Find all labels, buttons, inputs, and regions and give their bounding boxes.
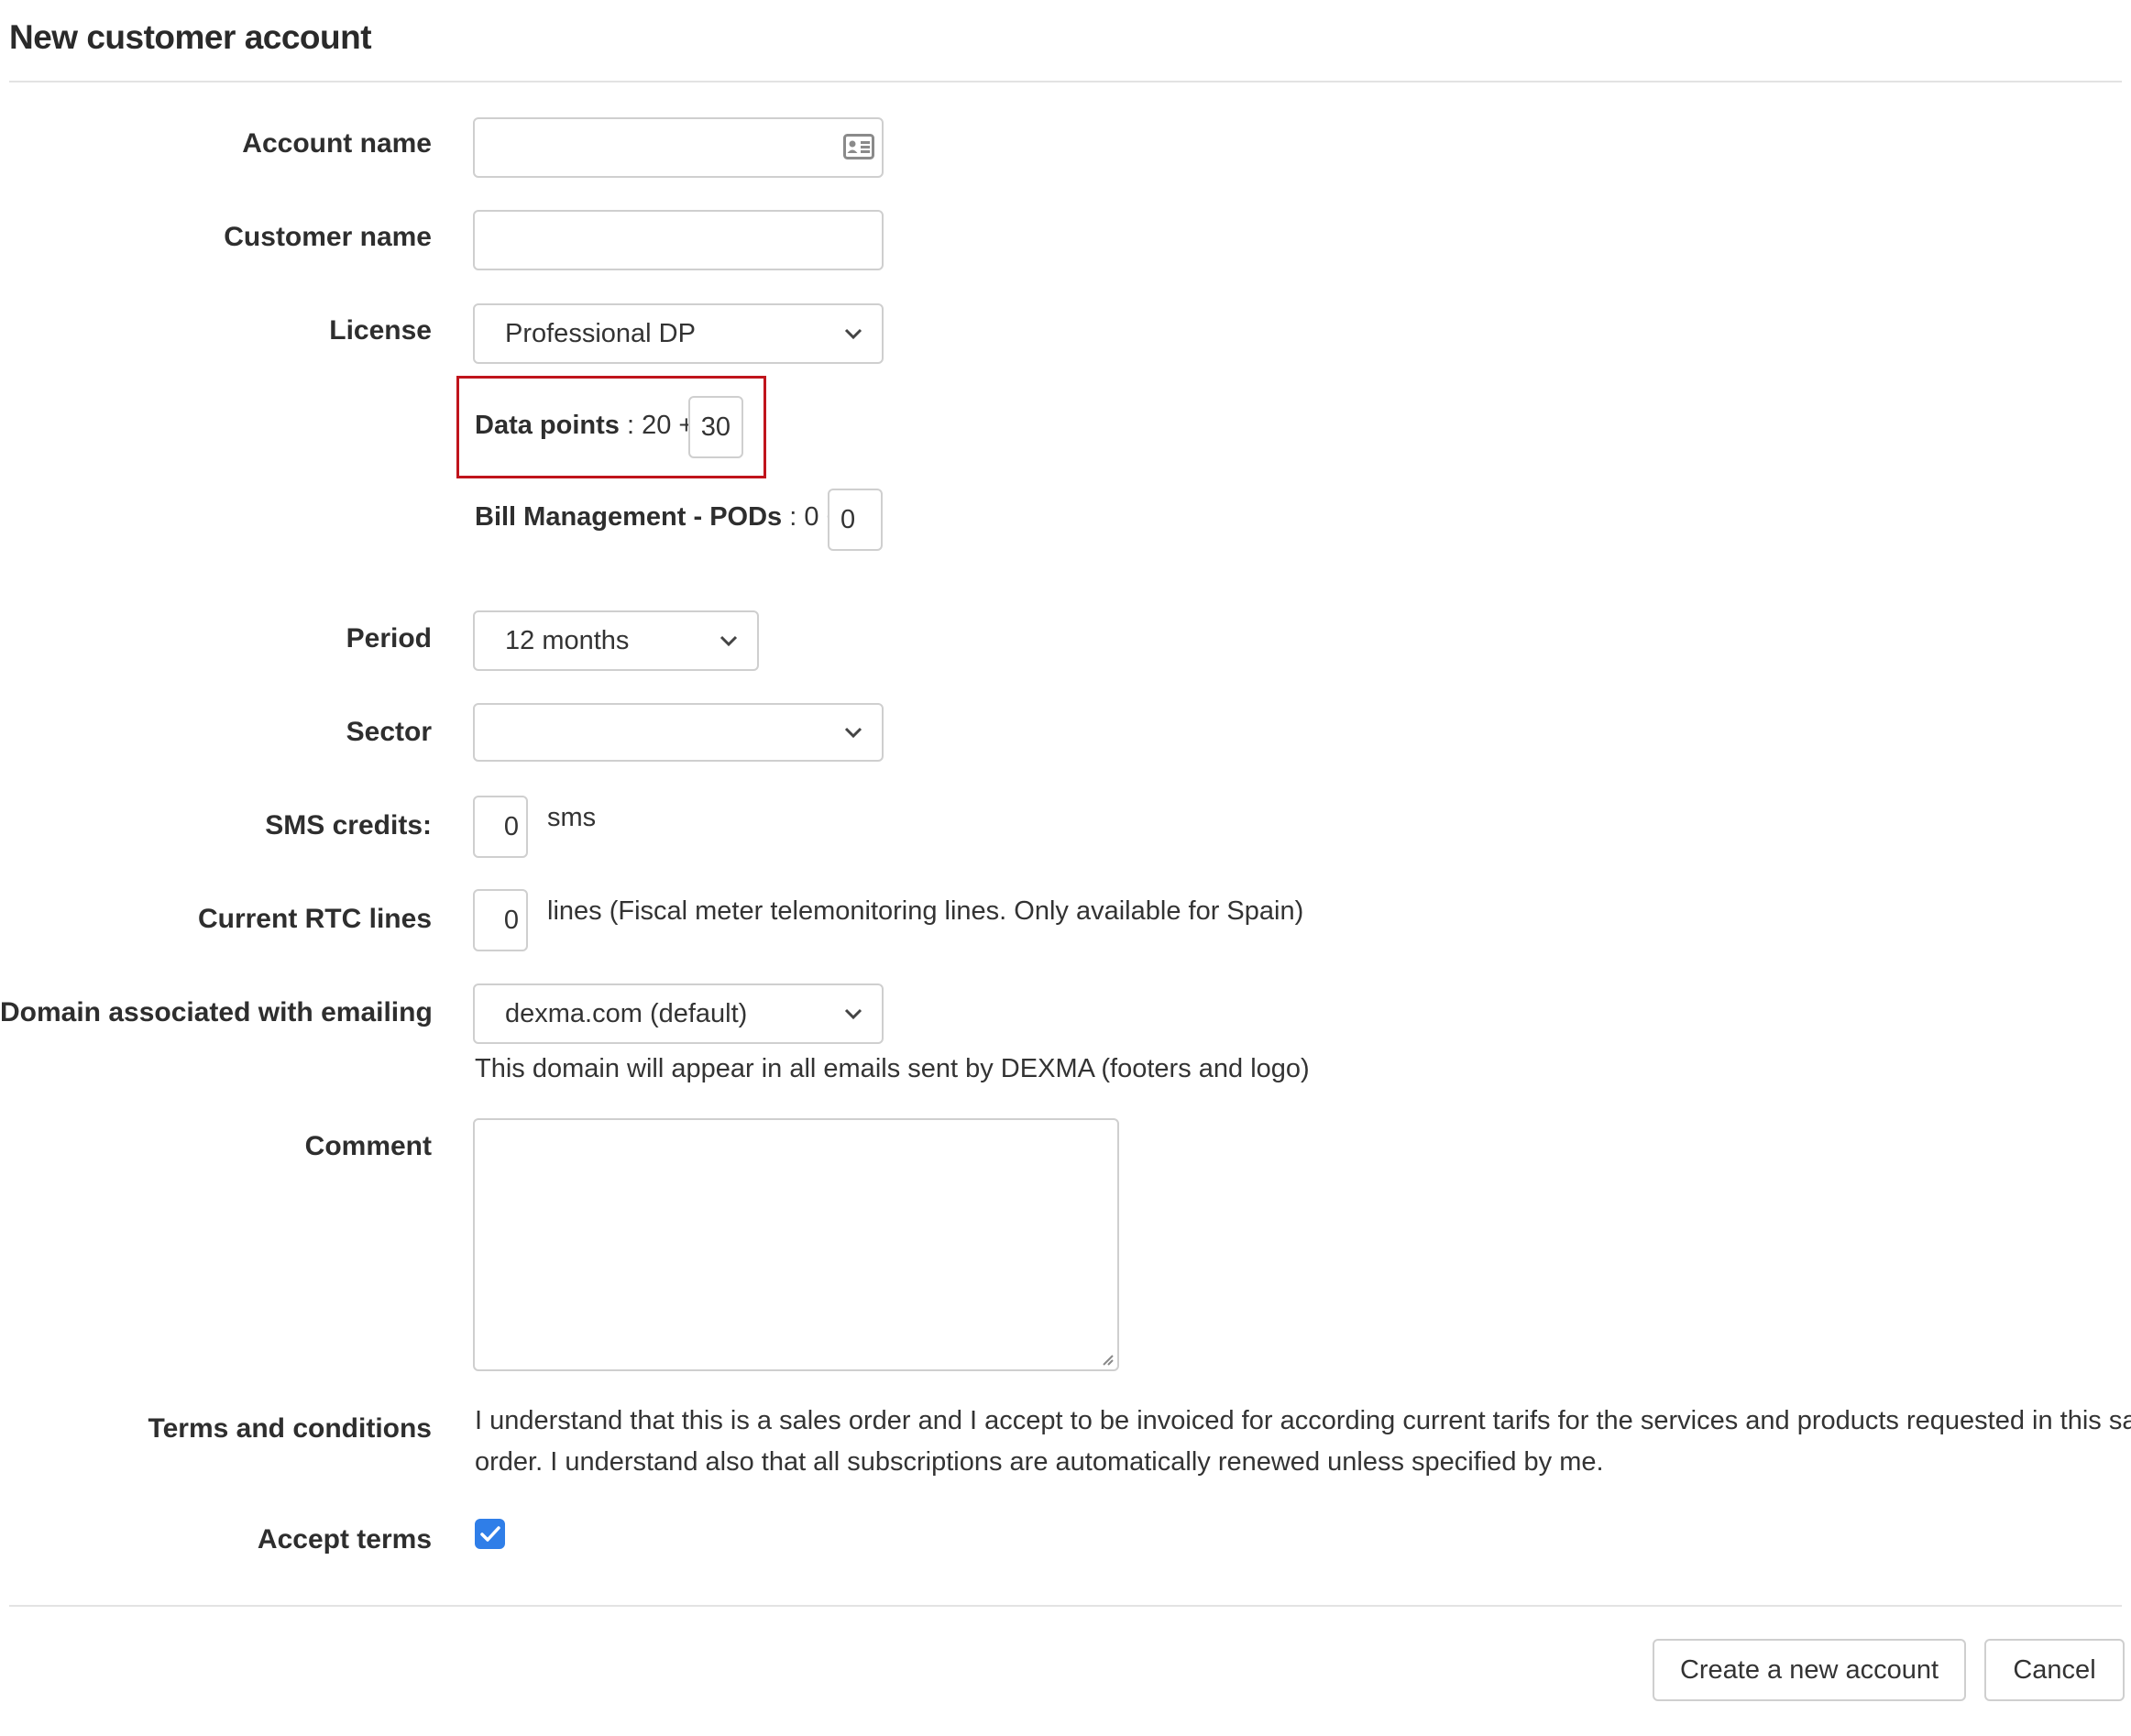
customer-name-label: Customer name — [224, 222, 432, 252]
rtc-lines-value: 0 — [503, 905, 519, 935]
footer-divider — [9, 1605, 2122, 1607]
comment-textarea[interactable] — [473, 1118, 1119, 1371]
period-select[interactable]: 12 months — [473, 610, 759, 671]
accept-terms-label: Accept terms — [257, 1524, 432, 1555]
accept-terms-checkbox[interactable] — [475, 1519, 505, 1549]
account-name-input[interactable] — [473, 117, 884, 178]
license-select[interactable]: Professional DP — [473, 303, 884, 364]
header-divider — [9, 81, 2122, 82]
customer-name-input[interactable] — [473, 210, 884, 270]
data-points-base: : 20 + — [619, 411, 695, 440]
chevron-down-icon — [844, 727, 862, 739]
cancel-button[interactable]: Cancel — [1984, 1639, 2125, 1701]
data-points-value: 30 — [700, 412, 730, 442]
data-points-input[interactable]: 30 — [688, 396, 743, 458]
sector-label: Sector — [346, 717, 432, 747]
period-select-value: 12 months — [505, 625, 630, 655]
license-select-value: Professional DP — [505, 318, 696, 348]
sector-select[interactable] — [473, 703, 884, 762]
domain-help-text: This domain will appear in all emails se… — [475, 1054, 1310, 1083]
domain-label: Domain associated with emailing — [0, 997, 433, 1027]
chevron-down-icon — [719, 635, 738, 647]
data-points-label: Data points — [475, 411, 620, 440]
license-label: License — [329, 315, 432, 346]
bill-management-text: Bill Management - PODs : 0 + — [475, 502, 841, 533]
account-name-label: Account name — [242, 128, 432, 159]
terms-text-line1: I understand that this is a sales order … — [475, 1406, 2131, 1435]
data-points-text: Data points : 20 + — [475, 411, 694, 441]
sms-credits-unit: sms — [547, 803, 597, 832]
sms-credits-label: SMS credits: — [265, 810, 432, 841]
bill-management-value: 0 — [840, 504, 856, 534]
page-title: New customer account — [9, 18, 372, 56]
bill-management-input[interactable]: 0 — [828, 489, 883, 551]
period-label: Period — [346, 623, 432, 654]
rtc-lines-input[interactable]: 0 — [473, 889, 528, 951]
rtc-lines-unit: lines (Fiscal meter telemonitoring lines… — [547, 896, 1304, 926]
create-account-button[interactable]: Create a new account — [1653, 1639, 1966, 1701]
chevron-down-icon — [844, 1008, 862, 1020]
domain-select[interactable]: dexma.com (default) — [473, 983, 884, 1044]
terms-label: Terms and conditions — [148, 1413, 432, 1444]
domain-select-value: dexma.com (default) — [505, 998, 748, 1028]
sms-credits-value: 0 — [503, 811, 519, 841]
chevron-down-icon — [844, 328, 862, 340]
contact-card-icon — [843, 134, 874, 167]
resize-handle-icon[interactable] — [1100, 1352, 1115, 1367]
bill-management-label: Bill Management - PODs — [475, 502, 783, 532]
comment-label: Comment — [304, 1131, 432, 1161]
terms-text-line2: order. I understand also that all subscr… — [475, 1447, 1604, 1477]
sms-credits-input[interactable]: 0 — [473, 796, 528, 858]
rtc-lines-label: Current RTC lines — [197, 904, 432, 934]
checkmark-icon — [479, 1525, 500, 1542]
